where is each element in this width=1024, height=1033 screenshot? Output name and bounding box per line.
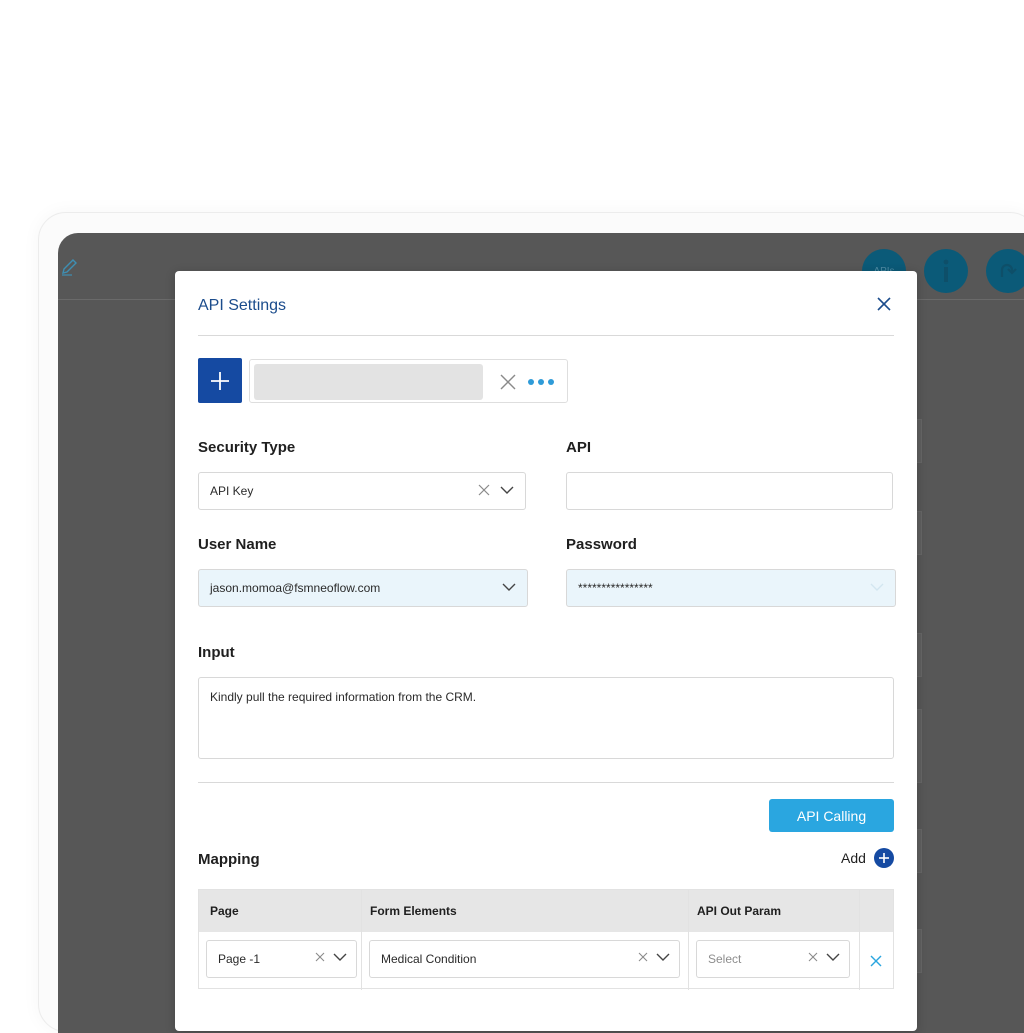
password-value: **************** (578, 581, 653, 595)
api-tab[interactable] (254, 364, 483, 400)
add-api-button[interactable] (198, 358, 242, 403)
column-header-page: Page (210, 904, 239, 918)
page-select[interactable]: Page -1 (206, 940, 357, 978)
clear-icon[interactable] (477, 483, 491, 497)
security-type-label: Security Type (198, 439, 296, 456)
user-name-select[interactable]: jason.momoa@fsmneoflow.com (198, 569, 528, 607)
clear-icon[interactable] (314, 951, 326, 963)
api-calling-label: API Calling (796, 807, 867, 824)
api-label: API (566, 439, 592, 456)
plus-icon (873, 848, 894, 868)
input-label: Input (198, 644, 235, 661)
chevron-down-icon[interactable] (869, 580, 885, 594)
column-divider (688, 890, 689, 990)
column-divider (361, 890, 362, 990)
column-header-form-elements: Form Elements (370, 904, 457, 918)
clear-icon[interactable] (498, 372, 518, 392)
header-divider (198, 335, 894, 336)
add-mapping-label: Add (841, 850, 866, 866)
chevron-down-icon[interactable] (499, 483, 515, 497)
table-header: Page Form Elements API Out Param (199, 890, 893, 932)
refresh-icon (1000, 263, 1017, 277)
input-value: Kindly pull the required information fro… (210, 690, 477, 704)
modal-title: API Settings (198, 297, 287, 314)
add-mapping-button[interactable]: Add (841, 848, 894, 868)
pencil-icon[interactable] (60, 257, 80, 277)
mapping-table: Page Form Elements API Out Param Page -1… (198, 889, 894, 990)
password-label: Password (566, 536, 637, 553)
api-calling-button[interactable]: API Calling (769, 799, 894, 832)
page-value: Page -1 (218, 952, 261, 966)
chevron-down-icon[interactable] (655, 951, 671, 963)
clear-icon[interactable] (807, 951, 819, 963)
form-element-value: Medical Condition (381, 952, 477, 966)
api-input[interactable] (566, 472, 893, 510)
refresh-button[interactable] (986, 249, 1024, 293)
api-out-param-select[interactable]: Select (696, 940, 850, 978)
security-type-select[interactable]: API Key (198, 472, 526, 510)
info-icon (943, 259, 949, 282)
input-textarea[interactable]: Kindly pull the required information fro… (198, 677, 894, 759)
api-out-param-value: Select (708, 952, 742, 966)
security-type-value: API Key (210, 484, 254, 498)
section-divider (198, 782, 894, 783)
remove-row-icon[interactable] (869, 954, 883, 968)
column-header-api-out-param: API Out Param (697, 904, 782, 918)
row-divider (199, 988, 893, 989)
chevron-down-icon[interactable] (332, 951, 348, 963)
password-field[interactable]: **************** (566, 569, 896, 607)
plus-icon (211, 371, 229, 390)
info-button[interactable] (924, 249, 968, 293)
api-settings-modal: API Settings Security Type API Key API U… (175, 271, 917, 1031)
close-icon[interactable] (875, 295, 893, 313)
chevron-down-icon[interactable] (825, 951, 841, 963)
mapping-title: Mapping (198, 851, 260, 868)
clear-icon[interactable] (637, 951, 649, 963)
user-name-value: jason.momoa@fsmneoflow.com (210, 581, 381, 595)
api-tab-bar (249, 359, 568, 403)
chevron-down-icon[interactable] (501, 580, 517, 594)
more-dots-icon[interactable] (528, 372, 558, 392)
user-name-label: User Name (198, 536, 277, 553)
form-element-select[interactable]: Medical Condition (369, 940, 680, 978)
column-divider (859, 890, 860, 990)
